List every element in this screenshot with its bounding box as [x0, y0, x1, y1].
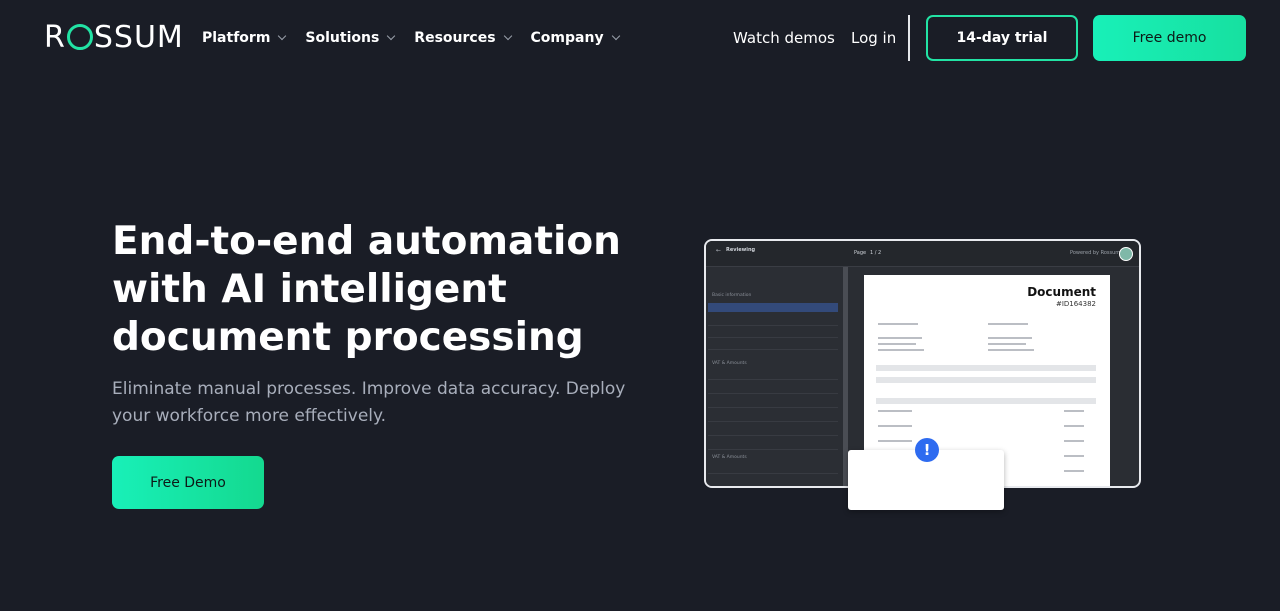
menu-platform-label: Platform	[202, 30, 271, 46]
mockup-field-row	[708, 413, 838, 422]
top-nav: R SSUM Platform Solutions Resources Compa…	[0, 0, 1280, 78]
menu-company[interactable]: Company	[530, 28, 620, 48]
menu-solutions-label: Solutions	[305, 30, 380, 46]
document-id: #ID164382	[1055, 300, 1096, 308]
doc-text-line	[1064, 455, 1084, 457]
doc-table-header	[876, 398, 1096, 404]
menu-solutions[interactable]: Solutions	[305, 28, 396, 48]
logo-letters: SSUM	[93, 19, 184, 55]
doc-text-line	[878, 323, 918, 325]
mockup-field-row	[708, 479, 838, 486]
rossum-logo[interactable]: R SSUM	[44, 19, 184, 55]
menu-resources[interactable]: Resources	[414, 28, 512, 48]
doc-text-line	[1064, 470, 1084, 472]
mockup-field-row	[708, 341, 838, 350]
doc-text-line	[1064, 425, 1084, 427]
mockup-field-row	[708, 441, 838, 450]
doc-text-line	[878, 440, 912, 442]
logo-ring-icon	[66, 24, 93, 50]
doc-text-line	[878, 337, 922, 339]
mockup-field-row	[708, 329, 838, 338]
mockup-field-row	[708, 427, 838, 436]
hero-title: End-to-end automation with AI intelligen…	[112, 219, 621, 360]
doc-text-line	[1064, 410, 1084, 412]
mockup-section-basic: Basic information	[712, 293, 752, 298]
chevron-down-icon	[503, 31, 512, 41]
doc-text-line	[988, 337, 1032, 339]
document-title: Document	[1027, 285, 1096, 299]
mockup-section-vat: VAT & Amounts	[712, 361, 747, 366]
doc-text-line	[878, 343, 916, 345]
menu-company-label: Company	[530, 30, 604, 46]
doc-text-line	[878, 425, 912, 427]
avatar	[1119, 247, 1133, 261]
mockup-status: Reviewing	[726, 247, 756, 253]
watch-demos-link[interactable]: Watch demos	[733, 29, 835, 47]
mockup-field-row	[708, 385, 838, 394]
mockup-field-row	[708, 303, 838, 312]
mockup-field-row	[708, 465, 838, 474]
doc-text-line	[1064, 440, 1084, 442]
mockup-toolbar: ← Reviewing Page 1 / 2 Powered by Rossum	[706, 241, 1139, 267]
doc-text-line	[878, 349, 924, 351]
chevron-down-icon	[611, 31, 620, 41]
mockup-page-label: Page	[854, 250, 867, 256]
nav-divider	[908, 15, 910, 61]
hero-subtitle: Eliminate manual processes. Improve data…	[112, 379, 626, 426]
login-link[interactable]: Log in	[851, 29, 896, 47]
chevron-down-icon	[278, 31, 287, 41]
mockup-field-row	[708, 399, 838, 408]
doc-text-line	[878, 410, 912, 412]
mockup-page-value: 1 / 2	[870, 250, 882, 256]
free-demo-button[interactable]: Free demo	[1093, 15, 1246, 61]
doc-text-line	[988, 343, 1026, 345]
mockup-powered: Powered by Rossum	[1070, 250, 1121, 256]
main-menu: Platform Solutions Resources Company	[202, 28, 639, 48]
doc-table-header	[876, 365, 1096, 371]
mockup-section-vat-2: VAT & Amounts	[712, 455, 747, 460]
doc-text-line	[988, 323, 1028, 325]
logo-letter-r: R	[44, 19, 66, 55]
trial-button[interactable]: 14-day trial	[926, 15, 1078, 61]
back-arrow-icon: ←	[716, 247, 722, 254]
menu-resources-label: Resources	[414, 30, 496, 46]
doc-text-line	[988, 349, 1034, 351]
doc-table-header	[876, 377, 1096, 383]
mockup-field-row	[708, 371, 838, 380]
hero-free-demo-button[interactable]: Free Demo	[112, 456, 264, 509]
alert-icon: !	[915, 438, 939, 462]
mockup-sidebar: Basic information VAT & Amounts VAT & Am…	[706, 267, 843, 486]
menu-platform[interactable]: Platform	[202, 28, 287, 48]
mockup-field-row	[708, 317, 838, 326]
chevron-down-icon	[387, 31, 396, 41]
